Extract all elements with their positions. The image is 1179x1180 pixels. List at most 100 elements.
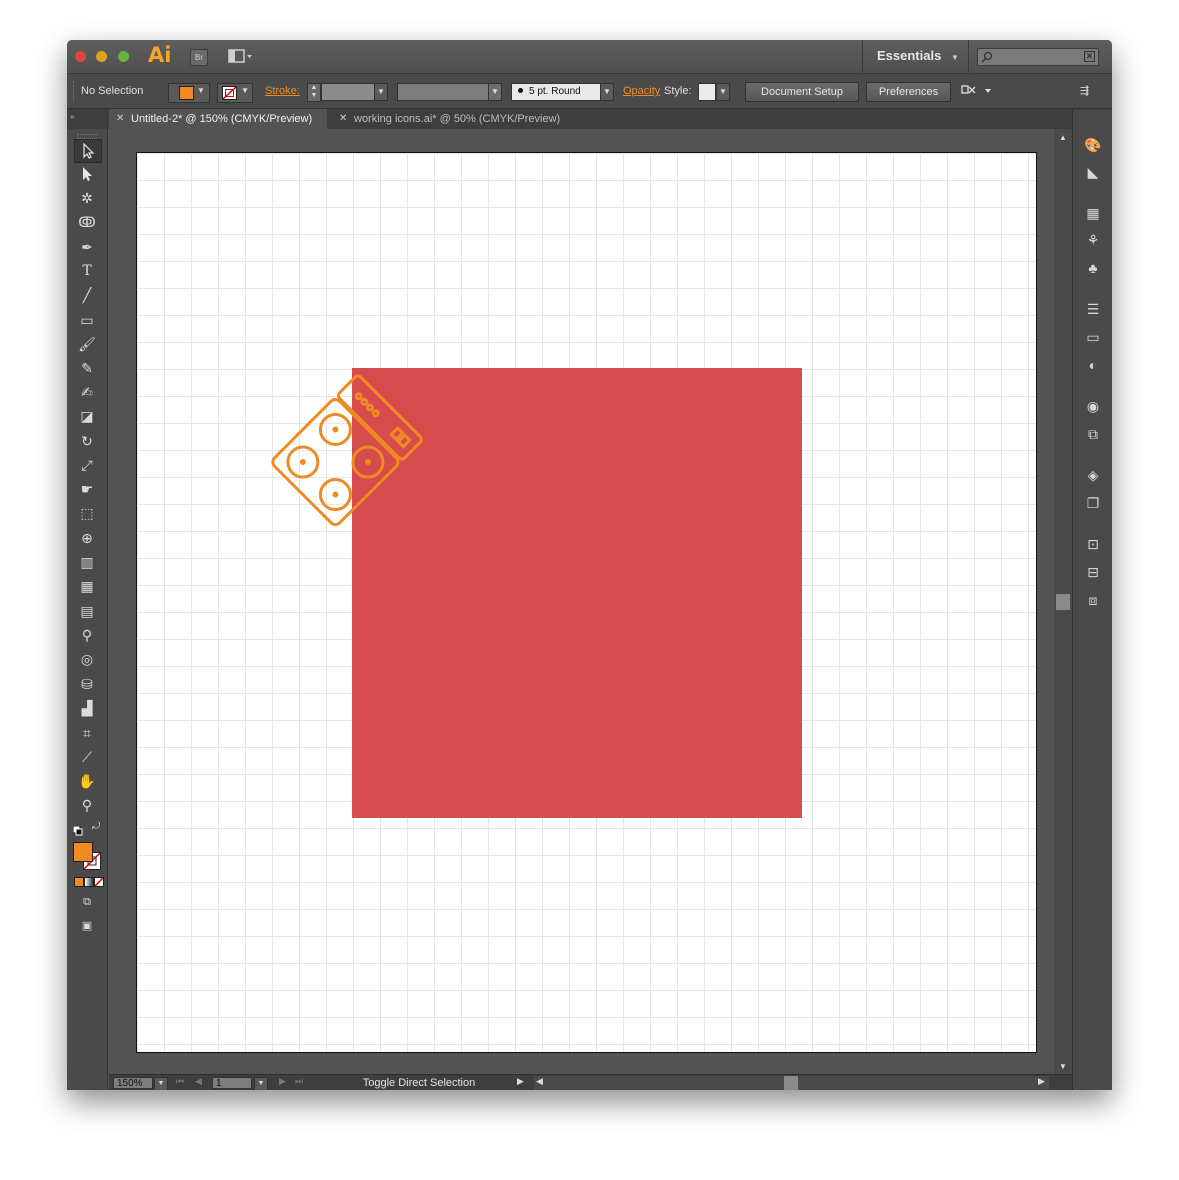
- stroke-weight-dropdown[interactable]: ▼: [374, 83, 388, 101]
- blend-tool[interactable]: ◎: [74, 648, 100, 670]
- brushes-icon[interactable]: ⚘: [1082, 230, 1104, 250]
- cooktop-icon-artwork[interactable]: [269, 368, 424, 533]
- stroke-panel-icon[interactable]: ☰: [1082, 299, 1104, 319]
- pencil-tool[interactable]: ✎: [74, 357, 100, 379]
- minimize-window-button[interactable]: [96, 51, 107, 62]
- status-menu-icon[interactable]: ▶: [517, 1076, 524, 1087]
- drawing-mode-button[interactable]: ⧉: [74, 891, 100, 913]
- previous-artboard-icon[interactable]: ◀: [195, 1076, 202, 1087]
- default-fill-stroke-icon[interactable]: [72, 823, 83, 836]
- swatches-icon[interactable]: ▦: [1082, 203, 1104, 223]
- zoom-tool[interactable]: ⚲: [74, 794, 100, 816]
- variable-width-profile-dropdown[interactable]: [397, 83, 489, 101]
- clear-search-icon[interactable]: ✕: [1084, 51, 1095, 62]
- workspace-switcher[interactable]: Essentials ▼: [877, 48, 959, 63]
- eyedropper-tool[interactable]: ⚲: [74, 624, 100, 646]
- horizontal-scroll-thumb[interactable]: [784, 1076, 798, 1090]
- vertical-scrollbar[interactable]: ▲ ▼: [1054, 129, 1072, 1074]
- symbol-sprayer-tool[interactable]: ⛁: [74, 673, 100, 695]
- mesh-tool[interactable]: ▦: [74, 575, 100, 597]
- scroll-left-icon[interactable]: ◀: [536, 1076, 543, 1087]
- appearance-icon[interactable]: ◉: [1082, 396, 1104, 416]
- lasso-tool[interactable]: ↂ: [74, 211, 100, 233]
- perspective-grid-tool[interactable]: ▥: [74, 551, 100, 573]
- close-tab-icon[interactable]: ✕: [339, 109, 347, 129]
- stroke-weight-input[interactable]: [321, 83, 375, 101]
- artboard-tool[interactable]: ⌗: [74, 722, 100, 744]
- zoom-window-button[interactable]: [118, 51, 129, 62]
- pathfinder-icon[interactable]: ⧈: [1082, 590, 1104, 610]
- close-tab-icon[interactable]: ✕: [116, 109, 124, 129]
- graphic-style-dropdown[interactable]: ▼: [716, 83, 730, 101]
- magic-wand-tool[interactable]: ✲: [74, 187, 100, 209]
- column-graph-tool[interactable]: ▟: [74, 697, 100, 719]
- stroke-color-picker[interactable]: ▼: [217, 83, 253, 103]
- direct-selection-tool[interactable]: [74, 163, 100, 185]
- document-setup-button[interactable]: Document Setup: [745, 82, 859, 102]
- tab-working-icons[interactable]: ✕ working icons.ai* @ 50% (CMYK/Preview): [332, 109, 578, 129]
- stroke-panel-link[interactable]: Stroke:: [265, 85, 300, 97]
- next-artboard-icon[interactable]: ▶: [279, 1076, 286, 1087]
- blob-brush-tool[interactable]: ✍: [74, 381, 100, 403]
- none-mode-button[interactable]: [94, 877, 104, 887]
- graphic-styles-icon[interactable]: ⧉: [1082, 424, 1104, 444]
- collapse-toolbox-icon[interactable]: »: [70, 112, 74, 121]
- graphic-style-swatch[interactable]: [698, 83, 716, 101]
- pen-tool[interactable]: ✒: [74, 236, 100, 258]
- swap-fill-stroke-icon[interactable]: ⤾: [92, 821, 100, 832]
- color-panel-icon[interactable]: 🎨: [1082, 135, 1104, 155]
- paintbrush-tool[interactable]: 🖌: [74, 333, 100, 355]
- stroke-weight-stepper[interactable]: ▲ ▼: [307, 83, 321, 102]
- isolate-selected-button[interactable]: [960, 83, 994, 99]
- type-tool[interactable]: T: [74, 260, 100, 282]
- artboard-dropdown[interactable]: ▼: [254, 1077, 268, 1090]
- line-segment-tool[interactable]: ╱: [74, 284, 100, 306]
- screen-mode-button[interactable]: ▣: [74, 915, 100, 937]
- gradient-mode-button[interactable]: [84, 877, 94, 887]
- zoom-dropdown[interactable]: ▼: [154, 1077, 168, 1090]
- tab-untitled-2[interactable]: ✕ Untitled-2* @ 150% (CMYK/Preview): [109, 109, 327, 129]
- transform-panel-icon[interactable]: ⊡: [1082, 534, 1104, 554]
- arrange-documents-button[interactable]: [228, 48, 254, 65]
- zoom-level-input[interactable]: 150%: [113, 1077, 153, 1089]
- search-input[interactable]: ✕: [977, 48, 1099, 66]
- horizontal-scrollbar[interactable]: ◀ ▶: [534, 1076, 1049, 1090]
- eraser-tool[interactable]: ◪: [74, 405, 100, 427]
- shape-builder-tool[interactable]: ⊕: [74, 527, 100, 549]
- canvas-area[interactable]: [109, 129, 1054, 1074]
- slice-tool[interactable]: ⟋: [74, 746, 100, 768]
- layers-icon[interactable]: ◈: [1082, 465, 1104, 485]
- artboards-panel-icon[interactable]: ❐: [1082, 493, 1104, 513]
- gradient-panel-icon[interactable]: ▭: [1082, 327, 1104, 347]
- first-artboard-icon[interactable]: ⏮: [176, 1076, 184, 1087]
- preferences-button[interactable]: Preferences: [866, 82, 951, 102]
- close-window-button[interactable]: [75, 51, 86, 62]
- artboard-number-input[interactable]: 1: [212, 1077, 252, 1089]
- brush-definition-dropdown[interactable]: 5 pt. Round: [511, 83, 601, 101]
- free-transform-tool[interactable]: ⬚: [74, 502, 100, 524]
- fill-color-picker[interactable]: ▼: [168, 83, 210, 103]
- color-guide-icon[interactable]: ◣: [1082, 162, 1104, 182]
- warp-tool[interactable]: ☛: [74, 478, 100, 500]
- symbols-icon[interactable]: ♣: [1082, 258, 1104, 278]
- bridge-button[interactable]: Br: [190, 49, 208, 66]
- transparency-icon[interactable]: ◐: [1082, 355, 1104, 375]
- variable-width-profile-arrow[interactable]: ▼: [488, 83, 502, 101]
- gradient-tool[interactable]: ▤: [74, 600, 100, 622]
- last-artboard-icon[interactable]: ⏭: [295, 1076, 303, 1087]
- hand-tool[interactable]: ✋: [74, 770, 100, 792]
- scroll-up-icon[interactable]: ▲: [1059, 133, 1067, 142]
- align-panel-icon[interactable]: ⊟: [1082, 562, 1104, 582]
- rectangle-tool[interactable]: ▭: [74, 309, 100, 331]
- scale-tool[interactable]: ⤢: [74, 454, 100, 476]
- vertical-scroll-thumb[interactable]: [1056, 594, 1070, 610]
- scroll-right-icon[interactable]: ▶: [1038, 1076, 1045, 1087]
- color-mode-button[interactable]: [74, 877, 84, 887]
- brush-definition-arrow[interactable]: ▼: [600, 83, 614, 101]
- opacity-panel-link[interactable]: Opacity: [623, 85, 660, 97]
- rotate-tool[interactable]: ↻: [74, 430, 100, 452]
- scroll-down-icon[interactable]: ▼: [1059, 1062, 1067, 1071]
- artboard[interactable]: [136, 152, 1037, 1053]
- control-panel-menu-icon[interactable]: ⇶: [1080, 84, 1098, 98]
- selection-tool[interactable]: [74, 139, 102, 163]
